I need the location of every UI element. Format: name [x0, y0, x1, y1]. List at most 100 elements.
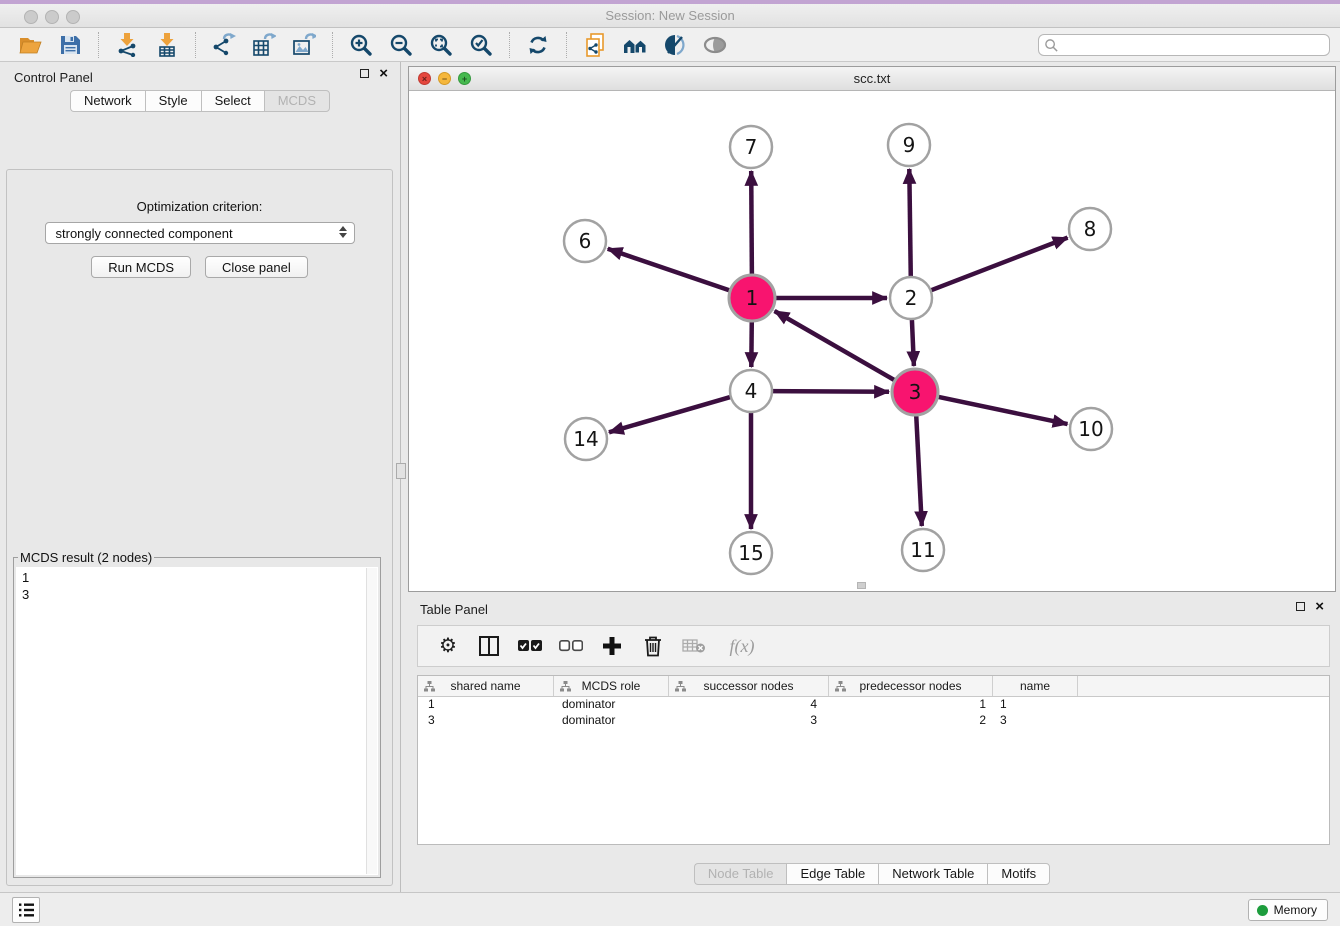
tab-mcds[interactable]: MCDS — [264, 90, 330, 112]
node-label-8: 8 — [1084, 217, 1097, 241]
window-title: Session: New Session — [0, 8, 1340, 23]
criterion-value: strongly connected component — [56, 226, 233, 241]
checked-boxes-icon — [518, 639, 542, 653]
edge-2-8[interactable] — [929, 238, 1068, 292]
edge-1-6[interactable] — [608, 249, 732, 291]
column-header-filler — [1078, 676, 1329, 696]
edge-1-7[interactable] — [751, 171, 752, 277]
float-panel-icon[interactable] — [360, 69, 369, 78]
tab-node-table[interactable]: Node Table — [694, 863, 787, 885]
search-input[interactable] — [1059, 36, 1329, 54]
table-cell: 1 — [418, 697, 554, 713]
columns-icon — [478, 635, 500, 657]
edge-2-3[interactable] — [912, 317, 914, 366]
splitter-handle[interactable] — [396, 463, 406, 479]
network-window-title: scc.txt — [409, 71, 1335, 86]
column-header-successor-nodes[interactable]: successor nodes — [669, 676, 829, 696]
zoom-in-button[interactable] — [344, 30, 378, 60]
clone-network-button[interactable] — [578, 30, 612, 60]
table-toolbar: ⚙ — [417, 625, 1330, 667]
edge-4-14[interactable] — [609, 396, 733, 432]
tab-network[interactable]: Network — [70, 90, 145, 112]
first-neighbors-button[interactable] — [618, 30, 652, 60]
result-line: 3 — [22, 586, 372, 603]
tab-network-table[interactable]: Network Table — [878, 863, 987, 885]
edge-1-4[interactable] — [751, 319, 752, 367]
search-box[interactable] — [1038, 34, 1330, 56]
delete-table-button[interactable] — [682, 634, 706, 658]
edge-4-3[interactable] — [770, 391, 889, 392]
edge-3-10[interactable] — [936, 396, 1068, 424]
save-session-button[interactable] — [53, 30, 87, 60]
edge-2-9[interactable] — [909, 169, 911, 279]
column-header-shared-name[interactable]: shared name — [418, 676, 554, 696]
mcds-result-area[interactable]: 13 — [16, 567, 378, 875]
node-label-14: 14 — [573, 427, 598, 451]
apply-preferred-layout-button[interactable] — [521, 30, 555, 60]
hierarchy-icon — [675, 681, 686, 692]
node-label-11: 11 — [910, 538, 935, 562]
edge-3-11[interactable] — [916, 413, 922, 526]
import-network-button[interactable] — [110, 30, 144, 60]
export-table-button[interactable] — [247, 30, 281, 60]
table-cell: 4 — [669, 697, 829, 713]
export-network-button[interactable] — [207, 30, 241, 60]
zoom-selected-button[interactable] — [464, 30, 498, 60]
column-header-label: successor nodes — [703, 679, 793, 693]
deselect-all-button[interactable] — [559, 634, 583, 658]
zoom-fit-icon — [429, 33, 453, 57]
export-image-button[interactable] — [287, 30, 321, 60]
float-table-panel-icon[interactable] — [1296, 602, 1305, 611]
hierarchy-icon — [424, 681, 435, 692]
toolbar-separator — [195, 32, 196, 58]
network-canvas[interactable]: 7968124314101511 — [409, 91, 1335, 591]
open-session-button[interactable] — [13, 30, 47, 60]
tab-motifs[interactable]: Motifs — [987, 863, 1050, 885]
memory-status-dot — [1257, 905, 1268, 916]
run-mcds-button[interactable]: Run MCDS — [91, 256, 191, 278]
hide-graphics-details-button[interactable] — [658, 30, 692, 60]
select-arrows-icon — [339, 226, 347, 238]
close-table-panel-icon[interactable]: × — [1315, 602, 1324, 611]
zoom-fit-content-button[interactable] — [424, 30, 458, 60]
zoom-out-button[interactable] — [384, 30, 418, 60]
task-history-button[interactable] — [12, 897, 40, 923]
show-columns-button[interactable] — [477, 634, 501, 658]
close-panel-button[interactable]: Close panel — [205, 256, 308, 278]
table-cell: 3 — [418, 713, 554, 729]
toolbar-separator — [332, 32, 333, 58]
create-column-button[interactable] — [600, 634, 624, 658]
export-table-icon — [252, 33, 276, 57]
table-row[interactable]: 3dominator323 — [418, 713, 1329, 729]
canvas-scrollbar-thumb[interactable] — [857, 582, 866, 589]
network-window-titlebar[interactable]: × − + scc.txt — [409, 67, 1335, 91]
table-cell: 2 — [829, 713, 993, 729]
column-header-MCDS-role[interactable]: MCDS role — [554, 676, 669, 696]
export-network-icon — [212, 33, 236, 57]
table-cell: dominator — [554, 713, 669, 729]
hierarchy-icon — [560, 681, 571, 692]
tab-edge-table[interactable]: Edge Table — [786, 863, 878, 885]
function-builder-button[interactable]: f(x) — [723, 634, 761, 658]
column-header-label: shared name — [450, 679, 520, 693]
slashed-circle-icon — [663, 33, 687, 57]
delete-column-button[interactable] — [641, 634, 665, 658]
result-scrollbar[interactable] — [366, 568, 377, 874]
column-header-name[interactable]: name — [993, 676, 1078, 696]
toolbar-separator — [566, 32, 567, 58]
criterion-select[interactable]: strongly connected component — [45, 222, 355, 244]
import-table-button[interactable] — [150, 30, 184, 60]
column-header-predecessor-nodes[interactable]: predecessor nodes — [829, 676, 993, 696]
tab-select[interactable]: Select — [201, 90, 264, 112]
select-all-button[interactable] — [518, 634, 542, 658]
memory-button[interactable]: Memory — [1248, 899, 1328, 921]
table-settings-button[interactable]: ⚙ — [436, 634, 460, 658]
show-hide-button[interactable] — [698, 30, 732, 60]
tab-style[interactable]: Style — [145, 90, 201, 112]
column-header-label: name — [1020, 679, 1050, 693]
close-panel-icon[interactable]: × — [379, 69, 388, 78]
edge-3-1[interactable] — [775, 311, 897, 382]
network-canvas-svg: 7968124314101511 — [409, 91, 1335, 591]
table-cell: 3 — [993, 713, 1078, 729]
table-row[interactable]: 1dominator411 — [418, 697, 1329, 713]
